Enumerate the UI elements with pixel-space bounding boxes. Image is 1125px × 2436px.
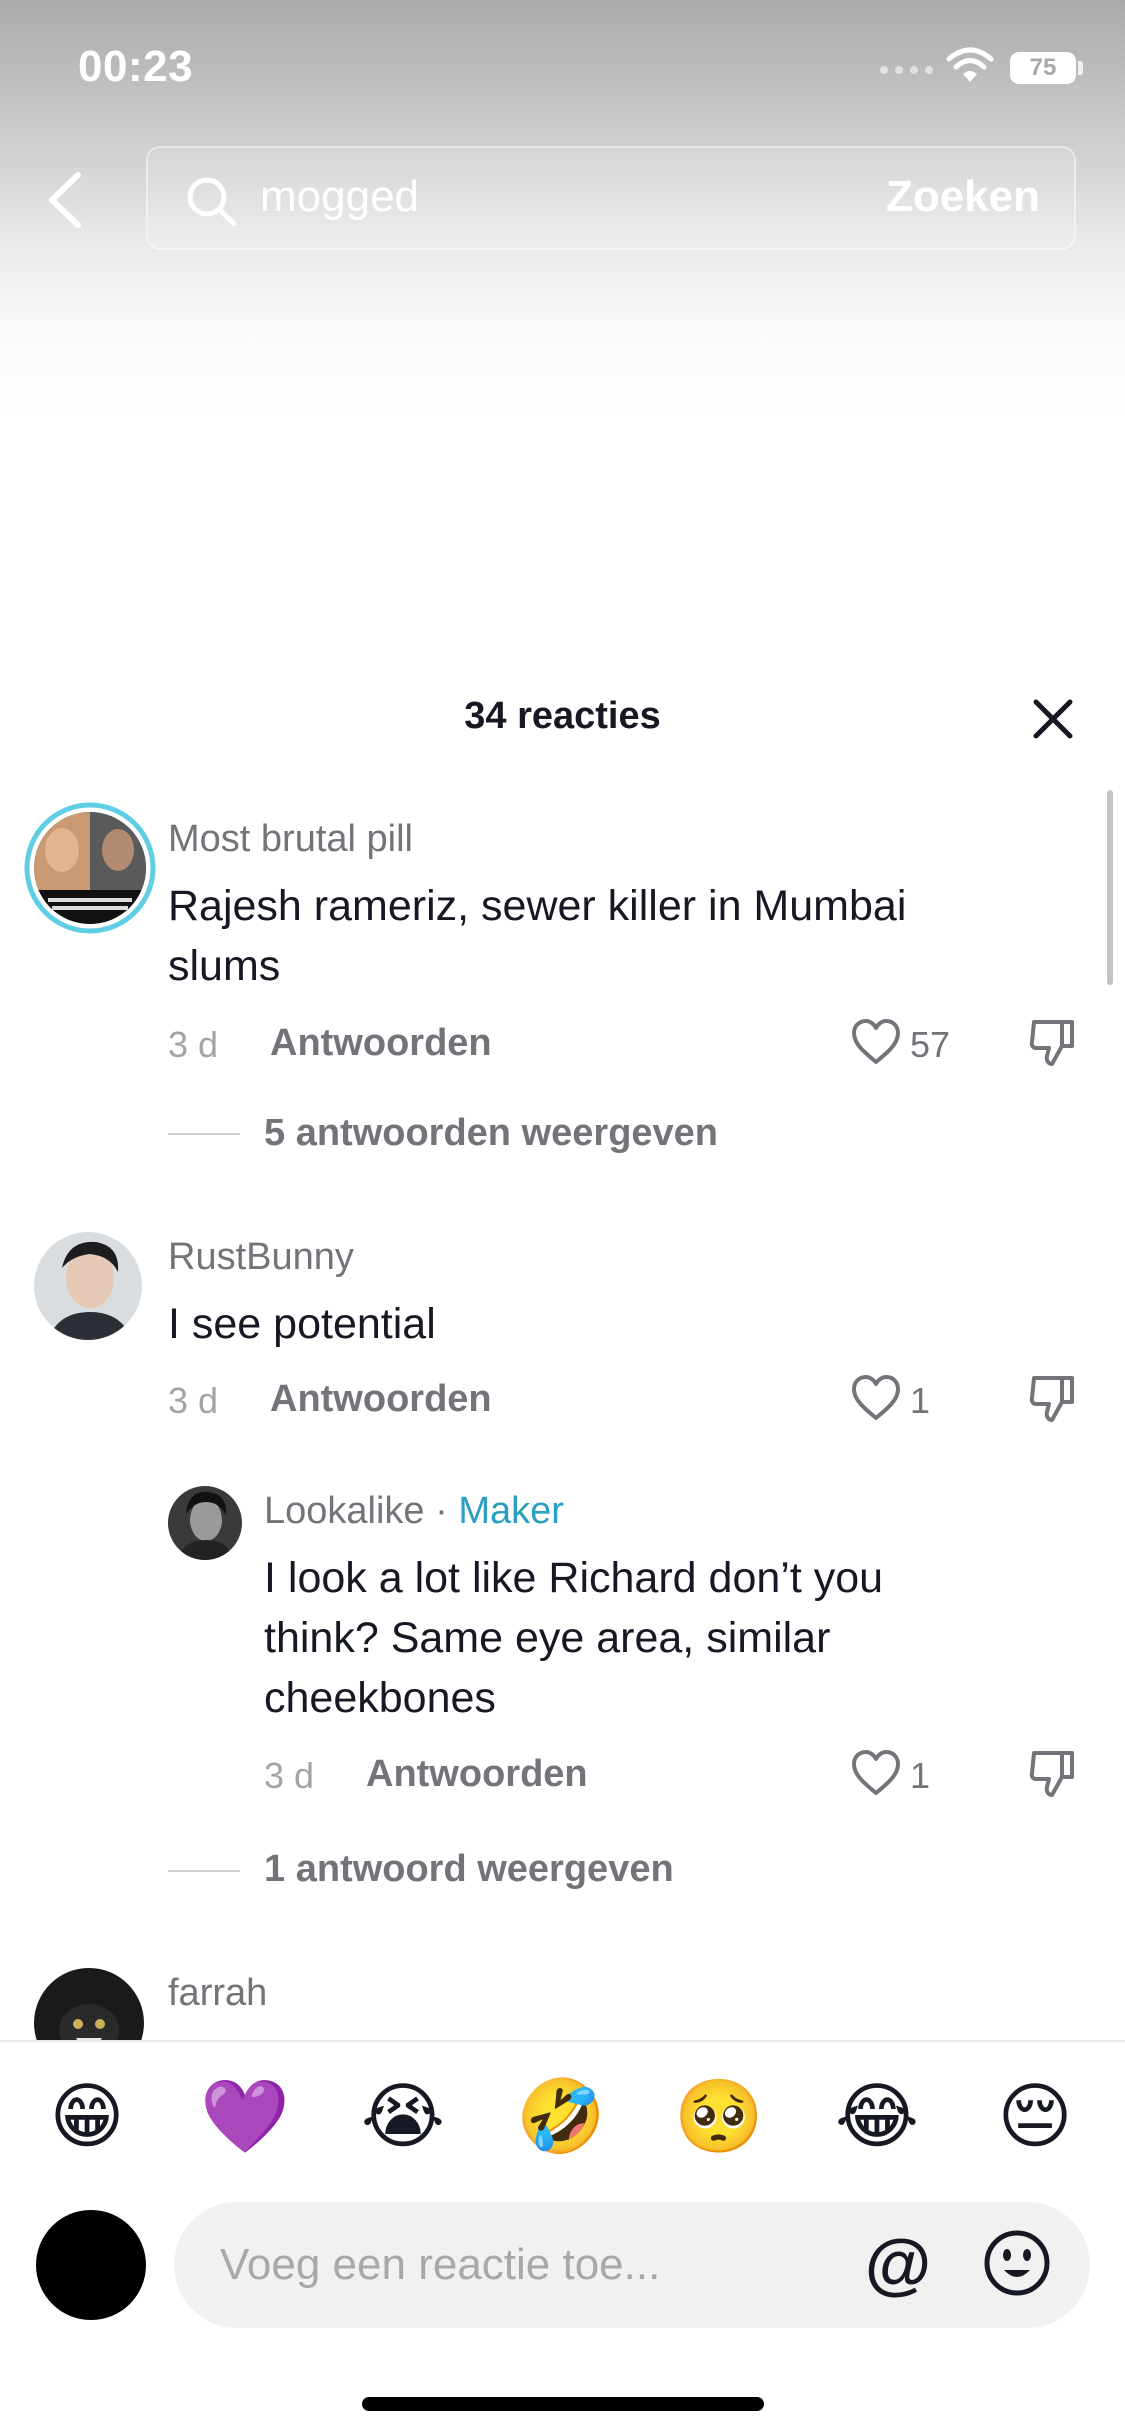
- avatar[interactable]: [24, 802, 156, 934]
- reply-button[interactable]: Antwoorden: [366, 1753, 588, 1796]
- back-button[interactable]: [40, 165, 90, 235]
- home-indicator[interactable]: [362, 2397, 764, 2411]
- reply-button[interactable]: Antwoorden: [270, 1022, 492, 1065]
- search-submit-button[interactable]: Zoeken: [886, 172, 1040, 222]
- battery-indicator: 75: [1010, 52, 1076, 84]
- reply-button[interactable]: Antwoorden: [270, 1378, 492, 1421]
- comment-username-row: Lookalike · Maker: [264, 1490, 564, 1533]
- view-replies-button[interactable]: 1 antwoord weergeven: [264, 1848, 674, 1891]
- thumbs-down-icon[interactable]: [1028, 1018, 1078, 1070]
- comment-username[interactable]: Lookalike: [264, 1490, 425, 1532]
- cellular-signal-icon: [880, 66, 933, 74]
- comment-time: 3 d: [168, 1380, 219, 1421]
- thumbs-down-icon[interactable]: [1028, 1374, 1078, 1426]
- mention-button[interactable]: @: [860, 2226, 936, 2302]
- like-count: 1: [910, 1755, 931, 1796]
- comment-username[interactable]: RustBunny: [168, 1236, 354, 1279]
- like-count: 1: [910, 1380, 931, 1421]
- comments-count-title: 34 reacties: [464, 695, 661, 737]
- my-avatar: [36, 2210, 146, 2320]
- comment-text-line: think? Same eye area, similar: [264, 1614, 831, 1662]
- emoji-pleading[interactable]: 🥺: [674, 2072, 764, 2162]
- like-count: 57: [910, 1024, 951, 1065]
- comment-time: 3 d: [168, 1024, 219, 1065]
- avatar[interactable]: [168, 1486, 242, 1560]
- emoji-joy[interactable]: 😂: [832, 2072, 922, 2162]
- battery-tip: [1078, 61, 1083, 75]
- comment-time: 3 d: [264, 1755, 315, 1796]
- heart-icon[interactable]: [850, 1749, 902, 1797]
- emoji-purple-heart[interactable]: 💜: [200, 2072, 290, 2162]
- separator-dot: ·: [435, 1490, 448, 1532]
- video-backdrop: [0, 0, 1125, 665]
- emoji-rofl[interactable]: 🤣: [516, 2072, 606, 2162]
- status-time: 00:23: [78, 42, 194, 91]
- search-icon: [187, 177, 237, 227]
- comment-text-line: Rajesh rameriz, sewer killer in Mumbai: [168, 882, 907, 930]
- comment-input[interactable]: [174, 2202, 1090, 2328]
- comment-text-line: cheekbones: [264, 1674, 496, 1722]
- close-icon[interactable]: [1030, 696, 1076, 742]
- comment-text-line: I see potential: [168, 1300, 436, 1348]
- comment-text-line: I look a lot like Richard don’t you: [264, 1554, 884, 1602]
- scrollbar[interactable]: [1107, 790, 1113, 985]
- comment-username[interactable]: Most brutal pill: [168, 818, 413, 861]
- comment-username[interactable]: farrah: [168, 1972, 267, 2015]
- view-replies-button[interactable]: 5 antwoorden weergeven: [264, 1112, 718, 1155]
- creator-badge: Maker: [458, 1490, 564, 1532]
- search-bar[interactable]: mogged Zoeken: [146, 146, 1076, 250]
- heart-icon[interactable]: [850, 1374, 902, 1422]
- emoji-grin[interactable]: 😁: [42, 2072, 132, 2162]
- search-query[interactable]: mogged: [260, 172, 419, 222]
- emoji-crying[interactable]: 😭: [358, 2072, 448, 2162]
- avatar[interactable]: [34, 1232, 142, 1340]
- emoji-pensive[interactable]: 😔: [990, 2072, 1080, 2162]
- replies-divider: [168, 1133, 240, 1135]
- replies-divider: [168, 1870, 240, 1872]
- comment-text-line: slums: [168, 942, 281, 990]
- thumbs-down-icon[interactable]: [1028, 1749, 1078, 1801]
- emoji-picker-icon[interactable]: [982, 2228, 1052, 2298]
- heart-icon[interactable]: [850, 1018, 902, 1066]
- wifi-icon: [946, 47, 994, 82]
